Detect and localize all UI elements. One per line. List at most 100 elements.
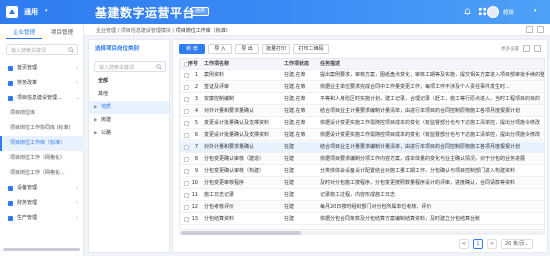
tree-node-housing[interactable]: ▶ 房建	[89, 114, 169, 127]
work-item-status-cell: 在建,在筹	[284, 108, 306, 114]
avatar[interactable]	[487, 6, 499, 18]
category-tree: 全部 其他 ▶ 地质 ▶ 房建 ▶ 公路	[89, 75, 169, 140]
work-item-status-cell: 在建	[284, 192, 295, 198]
export-button[interactable]: 导 出	[235, 44, 259, 54]
work-item-status-cell: 在建,在筹	[284, 96, 306, 102]
user-name[interactable]: 超级	[503, 8, 514, 16]
refresh-icon[interactable]	[526, 26, 533, 33]
task-description-cell: 依据设计变更实施工作需随控项目成本的变化（有监督部分也与下达施工清单控，提出分项…	[320, 132, 541, 138]
table-row[interactable]: 6 变更设计批量确认及支撑资料 在建,在筹 依据设计变更实施工作需随控项目成本的变化（…	[180, 130, 544, 141]
add-button[interactable]: 新 增	[179, 44, 205, 54]
column-settings-icon[interactable]	[534, 45, 541, 52]
bell-icon[interactable]	[463, 7, 472, 16]
task-description-cell: 每月20日按时组织部门对分包所属单位考核、评价	[320, 204, 432, 210]
sidebar-item-post-collab-library[interactable]: 项目岗位工作协同库 (标准)	[0, 121, 84, 136]
column-header[interactable]: 任务描述	[320, 59, 544, 69]
sidebar-item-production-management[interactable]: 生产管理 ›	[0, 211, 84, 226]
chevron-down-icon[interactable]: ▾	[534, 8, 537, 14]
column-header[interactable]: 序号	[188, 59, 198, 69]
table-row[interactable]: 8 分包变更确认审核（建造） 在建 依据项目要求编制分项工作内容方案，成本体量的变化与…	[180, 154, 544, 165]
breadcrumb-item[interactable]: 项目信息建设管理模块	[121, 28, 171, 34]
caret-right-icon[interactable]: ▶	[94, 101, 97, 114]
breadcrumb-item[interactable]: 企业管理	[96, 28, 116, 34]
sidebar-item-post-work-grid[interactable]: 项目岗位工作（网格化）	[0, 151, 84, 166]
table-row[interactable]: 12 分包考核评价 在建 每月20日按时组织部门对分包所属单位考核、评价	[180, 202, 544, 213]
table-row[interactable]: 1 案例资料 在建,在筹 提出案例要求，审核方案，图纸盘点变化，审核工期等及实施，提交…	[180, 70, 544, 81]
table-row[interactable]: 9 分包变更确认审核（构建） 在建 分类体体会设备设计配置结合对施工量工期工作，分包确…	[180, 166, 544, 177]
task-description-cell: 依据项目要求编制分项工作内容方案，成本体量的变化与业主确认情况，对于分包的业务进…	[320, 156, 526, 162]
more-settings-link[interactable]: 更多设置	[501, 46, 519, 52]
print-qrcode-button[interactable]: 打印二维码	[293, 44, 329, 54]
next-page-button[interactable]: >	[487, 239, 497, 249]
table-horizontal-scrollbar[interactable]	[179, 231, 545, 235]
finance-icon	[8, 201, 13, 206]
breadcrumb: 企业管理 / 项目信息建设管理模块 / 项目岗位工作库（标准）	[96, 27, 231, 34]
app-title: 基建数字运营平台	[95, 6, 196, 20]
work-item-name-cell: 分包变更确认审核（建造）	[204, 156, 265, 162]
tab-enterprise-management[interactable]: 企业管理	[6, 27, 42, 39]
work-item-name-cell: 分包结算资料	[204, 216, 235, 222]
tree-node-geology[interactable]: ▶ 地质	[89, 101, 169, 114]
row-number-cell: 12	[191, 204, 198, 210]
project-icon	[8, 96, 13, 101]
scrollbar-thumb[interactable]	[181, 231, 301, 235]
page-number-button[interactable]: 1	[473, 239, 483, 249]
sidebar-item-equipment-management[interactable]: 设备管理 ›	[0, 181, 84, 196]
page-size-select[interactable]: 20 条/页 ⌄	[501, 239, 533, 249]
caret-right-icon[interactable]: ▶	[94, 114, 97, 127]
import-button[interactable]: 导 入	[208, 44, 232, 54]
batch-print-button[interactable]: 批量打印	[262, 44, 290, 54]
prev-page-button[interactable]: <	[459, 239, 469, 249]
grid-icon[interactable]	[478, 7, 487, 16]
refresh-icon[interactable]	[523, 45, 530, 52]
table-row[interactable]: 10 分包变更审核程序 在建 及时对分包施工按程序，分包变更按照数量程序设计的评审，进…	[180, 178, 544, 189]
row-number-cell: 6	[194, 132, 198, 138]
work-item-table: 序号 工作项名称 工作项状态 任务描述 1 案例资料 在建,在筹 提出案例要求，审核方…	[179, 58, 545, 230]
home-icon	[8, 66, 13, 71]
tree-node-label: 全部	[98, 78, 109, 84]
column-header[interactable]: 工作项状态	[284, 59, 318, 69]
tree-node-other[interactable]: 其他	[89, 88, 169, 101]
sidebar-item-labor-reform[interactable]: 劳务改革 ›	[0, 76, 84, 91]
sidebar-item-post-work-grid-2[interactable]: 项目岗位工作（网格化...	[0, 166, 84, 181]
table-row[interactable]: 2 签证及评审 在建,在筹 依据业主单位要求完成合同中工作量变更工作，每项工作不涉及个…	[180, 82, 544, 93]
table-row[interactable]: 5 变更设计批量确认及支撑资料 在建,在筹 依据设计变更实施工作需随控项目成本的变化（…	[180, 118, 544, 129]
caret-right-icon[interactable]: ▶	[94, 127, 97, 140]
tree-node-label: 地质	[101, 104, 112, 110]
row-number-cell: 13	[191, 216, 198, 222]
table-row[interactable]: 13 分包结算资料 在建 依据分包合同条款及分包结算方案编制结算资料，及时建立分包结算…	[180, 214, 544, 225]
toolbar: 新 增 导 入 导 出 批量打印 打印二维码	[179, 44, 329, 54]
tree-node-highway[interactable]: ▶ 公路	[89, 127, 169, 140]
category-panel: 选择项目岗位类别 输入搜索关键词 全部 其他 ▶ 地质 ▶ 房建 ▶ 公路	[88, 39, 170, 253]
tree-node-label: 其他	[98, 91, 109, 97]
table-row[interactable]: 4 对外计量和要求量确认 在建,在筹 结合项目业主计量要求编制计量清单，由进行本项目的…	[180, 106, 544, 117]
category-panel-title: 选择项目岗位类别	[95, 46, 140, 52]
search-icon[interactable]	[156, 64, 162, 70]
sidebar-item-project-info-management[interactable]: 项目信息建设管理... ⌄	[0, 91, 84, 106]
tenant-switcher[interactable]: 通用	[24, 7, 38, 17]
search-icon[interactable]	[68, 47, 74, 53]
sidebar-scrollbar[interactable]	[3, 248, 80, 251]
search-placeholder: 输入搜索关键词	[11, 48, 47, 54]
sidebar-search-input[interactable]: 输入搜索关键词	[6, 44, 78, 55]
row-number-cell: 1	[194, 72, 198, 78]
chevron-down-icon[interactable]: ▾	[45, 8, 48, 14]
sidebar-item-post-work-library[interactable]: 项目岗位工作库（标准）	[0, 136, 84, 151]
task-description-cell: 平等和人身险区时实施计划，建工记录，合理记录（赶工，施工等行原点进入，当时工程项…	[320, 96, 541, 102]
work-item-name-cell: 分包变更审核程序	[204, 180, 245, 186]
table-row[interactable]: 3 安康控制编制 在建,在筹 平等和人身险区时实施计划，建工记录，合理记录（赶工，施工…	[180, 94, 544, 105]
work-item-name-cell: 分包变更确认审核（构建）	[204, 168, 265, 174]
table-row[interactable]: 7 对外计量和要求量确认 在建 结合项目业主计量要求编制计量清单，由进行本项目的合同控…	[180, 142, 544, 153]
sidebar-item-finance-management[interactable]: 财务管理 ›	[0, 196, 84, 211]
column-header[interactable]: 工作项名称	[204, 59, 280, 69]
fullscreen-icon[interactable]	[537, 26, 544, 33]
task-description-cell: 依据业主单位要求完成合同中工作量变更工作，每项工作不涉及个人责任事件发生时...	[320, 84, 510, 90]
app-badge: 通用	[191, 7, 210, 16]
category-search-input[interactable]: 输入搜索关键词	[94, 61, 166, 72]
table-row[interactable]: 11 施工日志记录 在建 记录施工过程，内容形成施工日志	[180, 190, 544, 201]
sidebar-item-home-management[interactable]: 首页管理 ›	[0, 61, 84, 76]
tab-project-management[interactable]: 项目管理	[44, 27, 80, 39]
tree-node-all[interactable]: 全部	[89, 75, 169, 88]
sidebar-item-post-library[interactable]: 项目岗位库	[0, 106, 84, 121]
work-item-status-cell: 在建,在筹	[284, 84, 306, 90]
